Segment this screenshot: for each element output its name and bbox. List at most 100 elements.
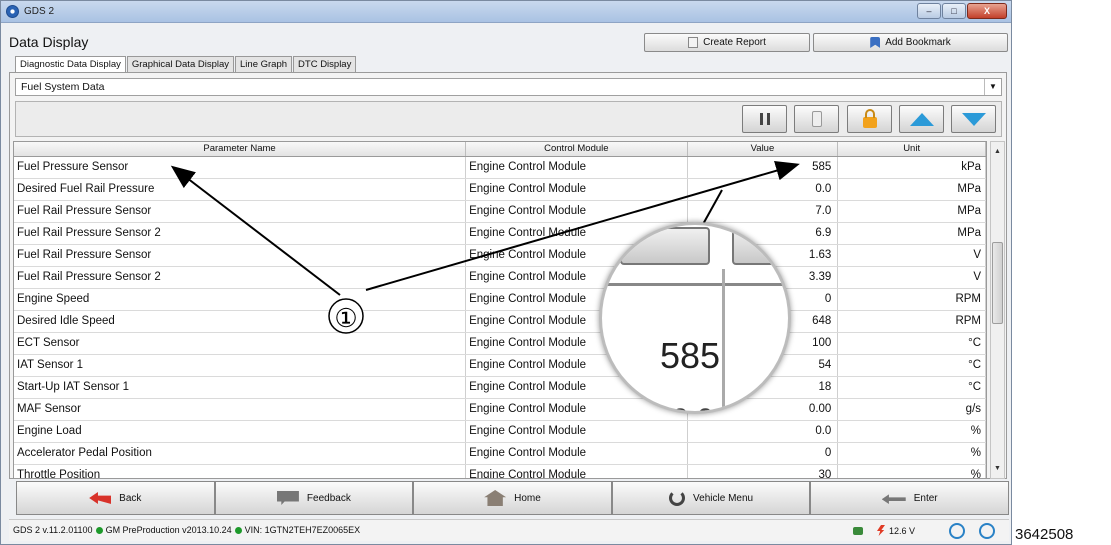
column-header-control-module[interactable]: Control Module (466, 142, 688, 156)
move-down-button[interactable] (951, 105, 996, 133)
control-module-cell: Engine Control Module (466, 157, 688, 178)
control-module-cell: Engine Control Module (466, 399, 688, 420)
parameter-name-cell: Fuel Rail Pressure Sensor 2 (14, 267, 467, 288)
table-row[interactable]: Fuel Pressure Sensor Engine Control Modul… (14, 157, 986, 179)
table-row[interactable]: Fuel Rail Pressure Sensor 2 Engine Contro… (14, 267, 986, 289)
lock-button[interactable] (847, 105, 892, 133)
column-header-unit[interactable]: Unit (838, 142, 986, 156)
table-row[interactable]: Start-Up IAT Sensor 1 Engine Control Modu… (14, 377, 986, 399)
vehicle-connection-icon (853, 527, 863, 535)
control-module-cell: Engine Control Module (466, 465, 688, 478)
back-arrow-icon (89, 492, 112, 504)
document-icon (688, 37, 699, 48)
header: Data Display Create Report Add Bookmark (1, 25, 1011, 55)
table-row[interactable]: Throttle Position Engine Control Module 30… (14, 465, 986, 478)
tab-line-graph[interactable]: Line Graph (235, 56, 293, 72)
parameter-name-cell: IAT Sensor 1 (14, 355, 467, 376)
table-row[interactable]: MAF Sensor Engine Control Module 0.00 g/s (14, 399, 986, 421)
table-row[interactable]: Desired Idle Speed Engine Control Module 6… (14, 311, 986, 333)
parameter-name-cell: Engine Speed (14, 289, 467, 310)
tab-dtc-display[interactable]: DTC Display (293, 56, 357, 72)
unit-cell: °C (838, 333, 986, 354)
value-cell: 0.00 (688, 399, 839, 420)
value-cell: 6.9 (688, 223, 839, 244)
battery-voltage: 12.6 V (877, 525, 915, 536)
scroll-up-icon[interactable]: ▲ (991, 144, 1004, 159)
value-cell: 585 (688, 157, 839, 178)
control-module-cell: Engine Control Module (466, 223, 688, 244)
back-button[interactable]: Back (16, 481, 215, 515)
unit-cell: RPM (838, 289, 986, 310)
parameter-name-cell: Start-Up IAT Sensor 1 (14, 377, 467, 398)
parameter-name-cell: MAF Sensor (14, 399, 467, 420)
table-scrollbar[interactable]: ▲ ▼ (990, 141, 1005, 479)
unit-cell: V (838, 245, 986, 266)
table-row[interactable]: Desired Fuel Rail Pressure Engine Control… (14, 179, 986, 201)
tab-bar: Diagnostic Data Display Graphical Data D… (15, 56, 357, 72)
parameter-name-cell: Fuel Rail Pressure Sensor (14, 245, 467, 266)
data-list-selected: Fuel System Data (21, 81, 105, 93)
figure-id: 3642508 (1015, 526, 1074, 543)
table-row[interactable]: IAT Sensor 1 Engine Control Module 54 °C (14, 355, 986, 377)
create-report-button[interactable]: Create Report (644, 33, 810, 52)
unit-cell: °C (838, 377, 986, 398)
feedback-button[interactable]: Feedback (214, 481, 414, 515)
table-row[interactable]: Accelerator Pedal Position Engine Control… (14, 443, 986, 465)
home-button[interactable]: Home (413, 481, 612, 515)
unit-cell: MPa (838, 223, 986, 244)
chevron-down-icon[interactable]: ▼ (984, 79, 1001, 95)
value-cell: 54 (688, 355, 839, 376)
title-bar: GDS 2 – □ X (1, 1, 1011, 23)
value-cell: 100 (688, 333, 839, 354)
status-bar: GDS 2 v.11.2.01100 GM PreProduction v201… (9, 519, 1009, 541)
zoom-out-icon[interactable] (979, 523, 995, 539)
table-row[interactable]: Fuel Rail Pressure Sensor 2 Engine Contro… (14, 223, 986, 245)
pause-button[interactable] (742, 105, 787, 133)
table-row[interactable]: ECT Sensor Engine Control Module 100 °C (14, 333, 986, 355)
add-bookmark-label: Add Bookmark (885, 37, 951, 48)
tab-graphical-data-display[interactable]: Graphical Data Display (126, 56, 235, 72)
table-row[interactable]: Fuel Rail Pressure Sensor Engine Control … (14, 201, 986, 223)
column-header-parameter-name[interactable]: Parameter Name (14, 142, 467, 156)
data-list-select[interactable]: Fuel System Data ▼ (15, 78, 1002, 96)
parameter-name-cell: Throttle Position (14, 465, 467, 478)
feedback-icon (276, 491, 299, 505)
table-row[interactable]: Engine Speed Engine Control Module 0 RPM (14, 289, 986, 311)
add-bookmark-button[interactable]: Add Bookmark (813, 33, 1008, 52)
value-cell: 0 (688, 443, 839, 464)
parameter-name-cell: ECT Sensor (14, 333, 467, 354)
zoom-in-icon[interactable] (949, 523, 965, 539)
enter-label: Enter (913, 492, 938, 504)
data-display-panel: Fuel System Data ▼ Parameter Name Contro… (9, 72, 1007, 479)
status-text: GDS 2 v.11.2.01100 GM PreProduction v201… (13, 525, 360, 535)
enter-arrow-icon (881, 494, 906, 504)
vehicle-menu-button[interactable]: Vehicle Menu (611, 481, 811, 515)
control-module-cell: Engine Control Module (466, 333, 688, 354)
back-label: Back (119, 492, 142, 504)
table-row[interactable]: Engine Load Engine Control Module 0.0% (14, 421, 986, 443)
value-cell: 7.0 (688, 201, 839, 222)
info-button[interactable] (794, 105, 839, 133)
control-module-cell: Engine Control Module (466, 443, 688, 464)
scroll-thumb[interactable] (992, 242, 1003, 324)
enter-button[interactable]: Enter (810, 481, 1009, 515)
column-header-value[interactable]: Value (688, 142, 839, 156)
tab-diagnostic-data-display[interactable]: Diagnostic Data Display (15, 56, 126, 72)
lightning-icon (877, 525, 885, 536)
scroll-down-icon[interactable]: ▼ (991, 461, 1004, 476)
value-cell: 0 (688, 289, 839, 310)
table-row[interactable]: Fuel Rail Pressure Sensor Engine Control … (14, 245, 986, 267)
close-button[interactable]: X (967, 3, 1007, 19)
move-up-button[interactable] (899, 105, 944, 133)
control-module-cell: Engine Control Module (466, 201, 688, 222)
parameter-name-cell: Desired Fuel Rail Pressure (14, 179, 467, 200)
minimize-button[interactable]: – (917, 3, 941, 19)
parameter-name-cell: Accelerator Pedal Position (14, 443, 467, 464)
maximize-button[interactable]: □ (942, 3, 966, 19)
page-title: Data Display (9, 34, 89, 50)
parameter-name-cell: Fuel Pressure Sensor (14, 157, 467, 178)
version-text: GDS 2 v.11.2.01100 (13, 525, 93, 535)
gds2-window: GDS 2 – □ X Data Display Create Report A… (0, 0, 1012, 545)
unit-cell: % (838, 421, 986, 442)
data-toolbar (15, 101, 1002, 137)
